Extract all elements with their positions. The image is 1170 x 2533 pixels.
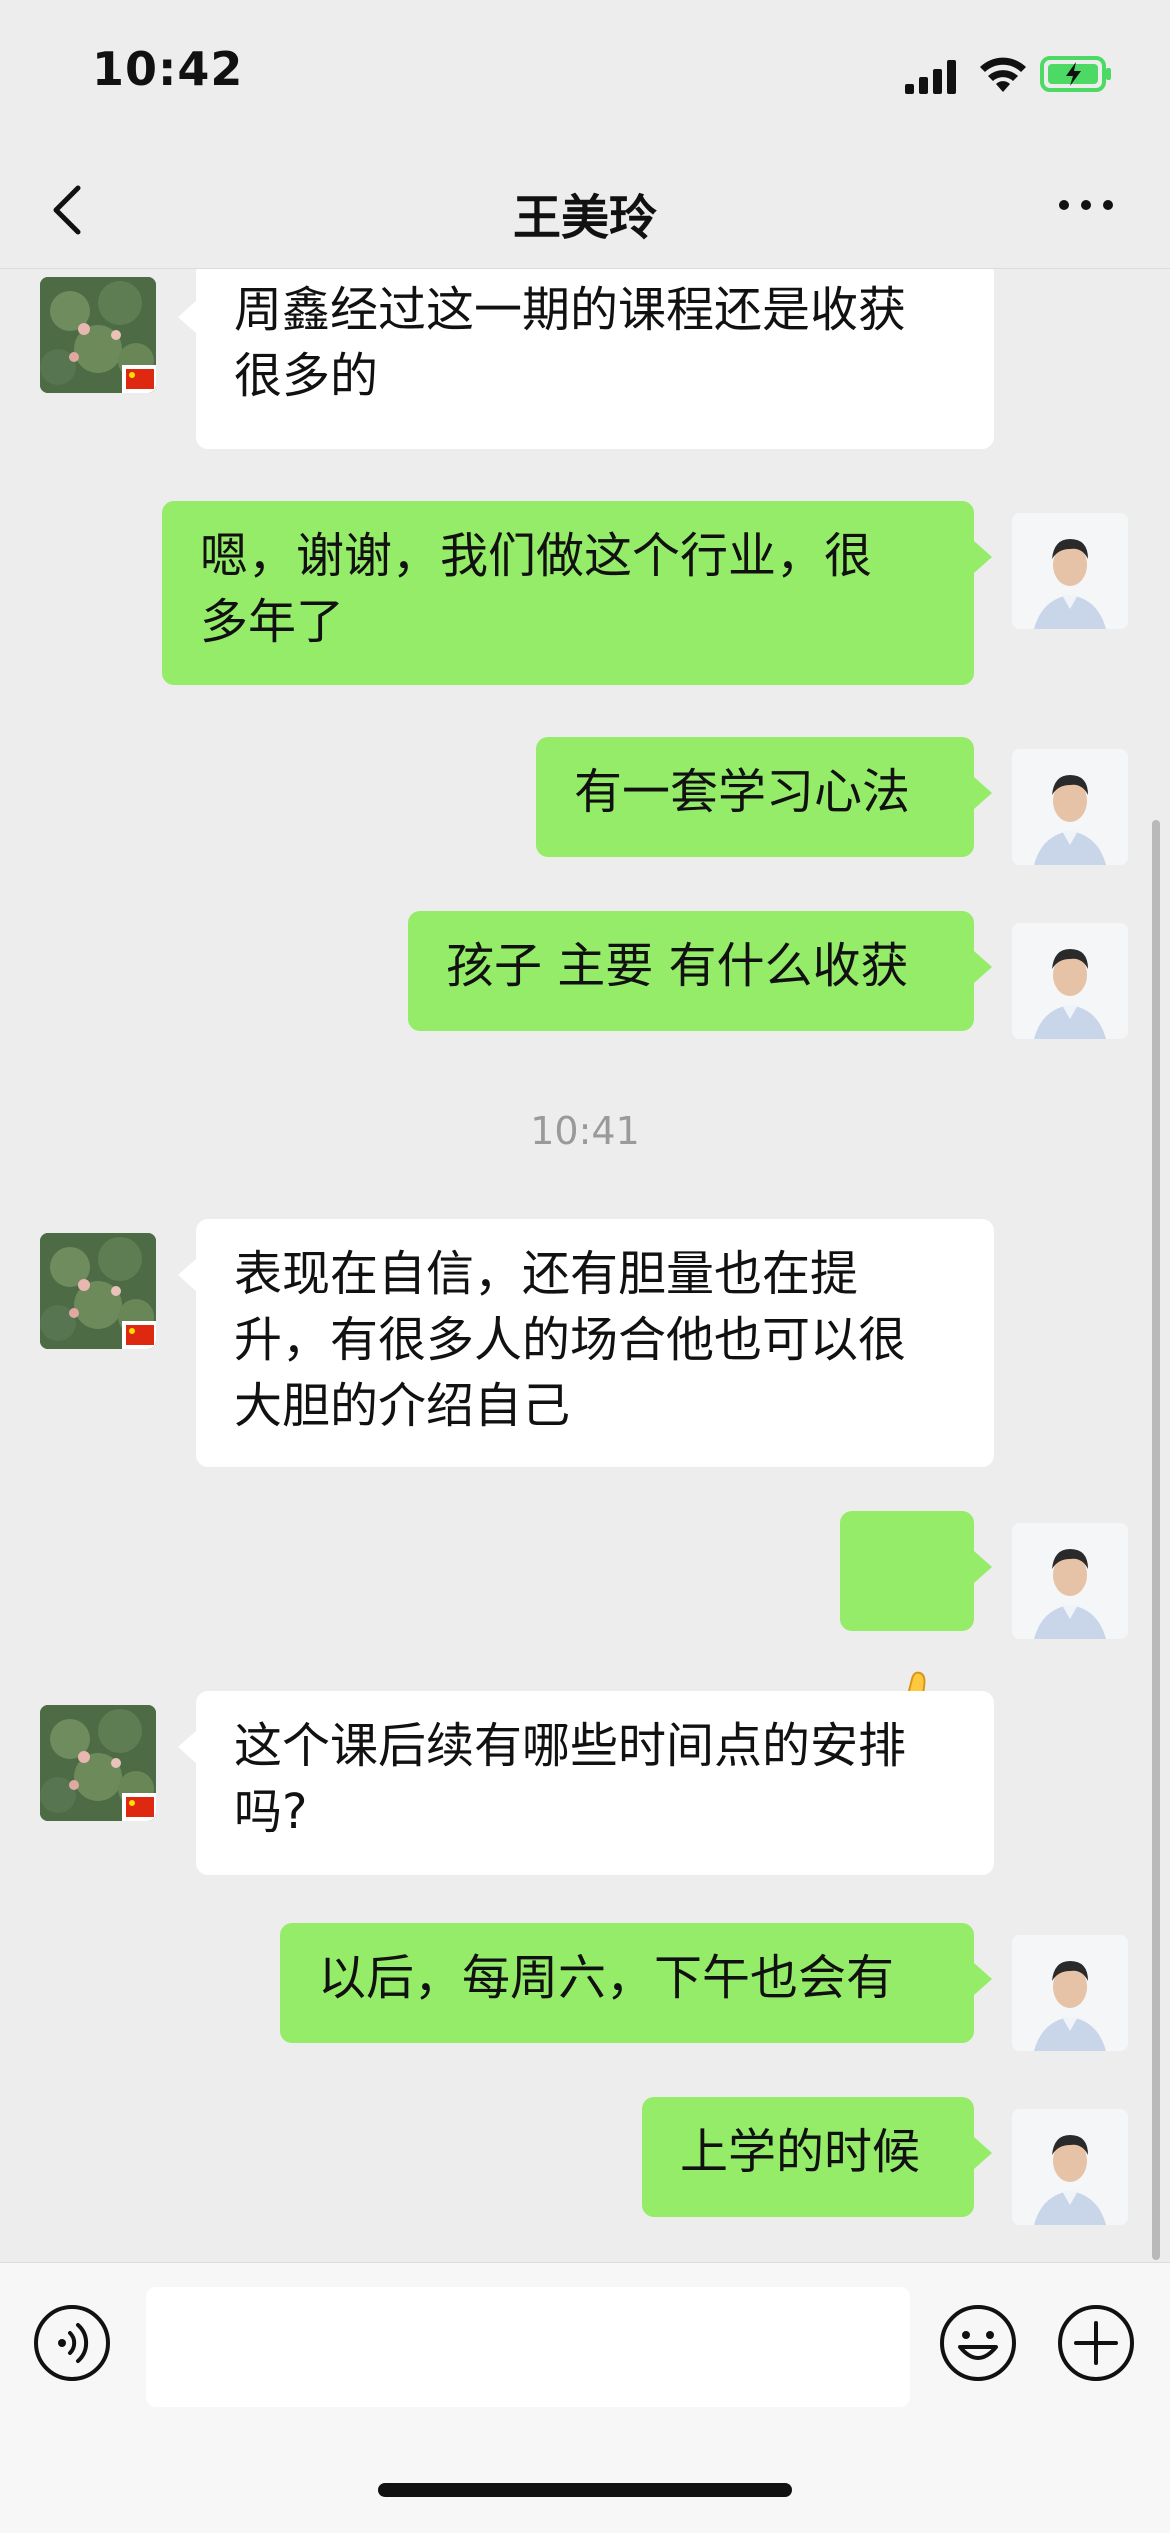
message-list[interactable]: 周鑫经过这一期的课程还是收获 很多的 嗯，谢谢，我们做这个行业，很 多年了 有一…: [0, 269, 1170, 2259]
wifi-icon: [980, 57, 1026, 92]
emoji-icon[interactable]: [938, 2303, 1018, 2383]
lotus-avatar-image: [40, 1233, 156, 1349]
lotus-avatar-image: [40, 277, 156, 393]
sent-message[interactable]: 有一套学习心法: [536, 737, 992, 857]
my-avatar[interactable]: [1012, 1935, 1128, 2051]
status-time: 10:42: [92, 42, 244, 96]
message-timestamp: 10:41: [530, 1109, 640, 1153]
profile-photo-image: [1012, 1523, 1128, 1639]
received-message[interactable]: 这个课后续有哪些时间点的安排 吗?: [178, 1691, 994, 1875]
chat-header: 王美玲: [0, 150, 1170, 269]
battery-charging-icon: [1040, 56, 1111, 92]
my-avatar[interactable]: [1012, 2109, 1128, 2225]
profile-photo-image: [1012, 749, 1128, 865]
my-avatar[interactable]: [1012, 1523, 1128, 1639]
profile-photo-image: [1012, 2109, 1128, 2225]
message-input[interactable]: [146, 2287, 910, 2407]
more-dots-icon[interactable]: [1056, 190, 1116, 220]
sent-emoji-message[interactable]: [840, 1511, 992, 1742]
profile-photo-image: [1012, 923, 1128, 1039]
sent-message[interactable]: 孩子 主要 有什么收获: [408, 911, 992, 1031]
received-message[interactable]: 表现在自信，还有胆量也在提 升，有很多人的场合他也可以很 大胆的介绍自己: [178, 1219, 994, 1467]
contact-avatar[interactable]: [40, 1705, 156, 1821]
plus-circle-icon[interactable]: [1056, 2303, 1136, 2383]
my-avatar[interactable]: [1012, 923, 1128, 1039]
my-avatar[interactable]: [1012, 513, 1128, 629]
scrollbar[interactable]: [1152, 820, 1160, 2260]
contact-avatar[interactable]: [40, 1233, 156, 1349]
status-bar: 10:42: [0, 0, 1170, 150]
lotus-avatar-image: [40, 1705, 156, 1821]
contact-avatar[interactable]: [40, 277, 156, 393]
my-avatar[interactable]: [1012, 749, 1128, 865]
voice-icon[interactable]: [32, 2303, 112, 2383]
home-indicator: [378, 2483, 792, 2497]
cellular-signal-icon: [905, 60, 956, 94]
sent-message[interactable]: 嗯，谢谢，我们做这个行业，很 多年了: [162, 501, 992, 685]
sent-message[interactable]: 以后，每周六，下午也会有: [280, 1923, 992, 2043]
contact-name: 王美玲: [512, 190, 657, 246]
profile-photo-image: [1012, 513, 1128, 629]
received-message[interactable]: 周鑫经过这一期的课程还是收获 很多的: [178, 269, 994, 449]
profile-photo-image: [1012, 1935, 1128, 2051]
sent-message[interactable]: 上学的时候: [642, 2097, 992, 2217]
input-bar: [0, 2262, 1170, 2533]
